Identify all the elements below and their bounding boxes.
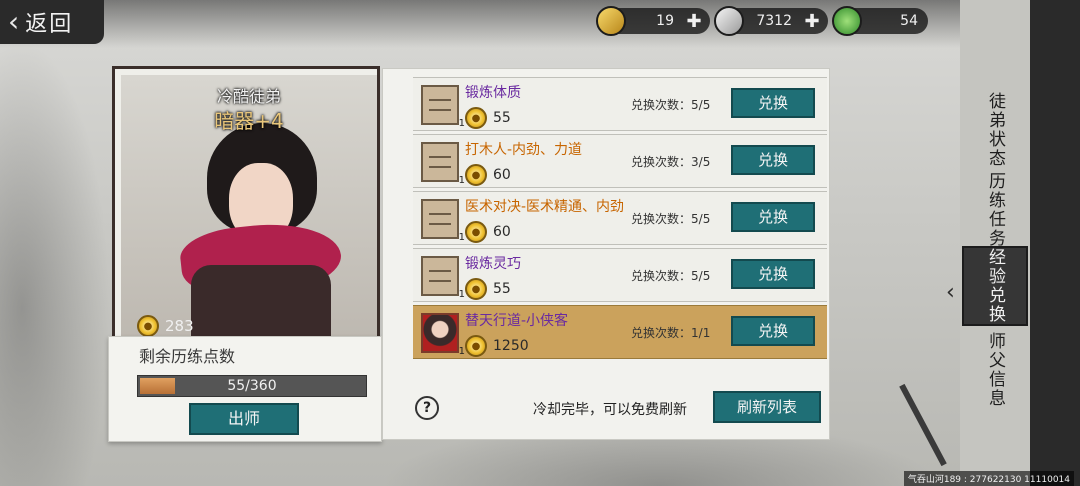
side-tab[interactable]: 徒弟状态	[962, 90, 1028, 170]
side-tab-label: 经验兑换	[985, 248, 1005, 324]
exchange-count-value: 5/5	[691, 98, 711, 112]
back-button[interactable]: ‹ 返回	[0, 0, 104, 44]
disciple-points-value: 283	[165, 317, 194, 335]
side-tab-label: 师父信息	[985, 332, 1005, 408]
exchange-button[interactable]: 兑换	[731, 259, 815, 289]
disciple-card: 冷酷徒弟 暗器+4 ● 283	[112, 66, 380, 346]
training-point-icon: ●	[465, 164, 487, 186]
side-tab[interactable]: 师父信息	[962, 330, 1028, 410]
exchange-item-name: 锻炼灵巧	[465, 256, 521, 272]
disciple-points: ● 283	[137, 315, 194, 337]
exchange-item-cost: ● 55	[465, 278, 511, 300]
player-id-footer: 气吞山河189 : 277622130 11110014	[903, 471, 1074, 486]
jade-value: 54	[900, 13, 918, 29]
exchange-count-label: 兑换次数：	[631, 269, 692, 283]
graduate-button[interactable]: 出师	[189, 403, 299, 435]
training-point-icon: ●	[137, 315, 159, 337]
exchange-item-name: 锻炼体质	[465, 85, 521, 101]
exchange-button[interactable]: 兑换	[731, 88, 815, 118]
progress-text: 55/360	[227, 378, 277, 394]
exchange-count: 兑换次数：5/5	[631, 96, 710, 113]
exchange-row: 1 锻炼体质 ● 55 兑换次数：5/5 兑换	[413, 77, 827, 131]
exchange-item-cost-value: 55	[493, 281, 511, 297]
exchange-button[interactable]: 兑换	[731, 145, 815, 175]
scroll-icon: 1	[421, 199, 465, 243]
training-point-icon: ●	[465, 221, 487, 243]
back-label: 返回	[25, 12, 74, 37]
training-point-icon: ●	[465, 335, 487, 357]
exchange-count-label: 兑换次数：	[631, 212, 692, 226]
exchange-item-cost-value: 60	[493, 167, 511, 183]
tab-column-frame	[1030, 0, 1080, 486]
refresh-note: 冷却完毕，可以免费刷新	[533, 402, 687, 418]
exchange-item-name: 医术对决-医术精通、内劲	[465, 199, 625, 215]
disciple-title: 冷酷徒弟	[216, 87, 281, 106]
jade-currency: 54	[832, 6, 928, 36]
exchange-count-label: 兑换次数：	[631, 326, 692, 340]
exchange-item-cost: ● 55	[465, 107, 511, 129]
exchange-count-value: 3/5	[691, 155, 711, 169]
exchange-item-cost: ● 1250	[465, 335, 529, 357]
exchange-count-label: 兑换次数：	[631, 98, 692, 112]
refresh-list-button[interactable]: 刷新列表	[713, 391, 821, 423]
exchange-row: 1 替天行道-小侠客 ● 1250 兑换次数：1/1 兑换	[413, 305, 827, 359]
exchange-list-panel: 1 锻炼体质 ● 55 兑换次数：5/5 兑换 1 打木人-内劲、力道 ● 60 兑换次数：3/5 兑…	[382, 68, 830, 440]
exchange-count-value: 1/1	[691, 326, 711, 340]
gold-value: 19	[656, 13, 674, 29]
exchange-count: 兑换次数：3/5	[631, 153, 710, 170]
exchange-item-cost-value: 55	[493, 110, 511, 126]
silver-value: 7312	[756, 13, 792, 29]
exchange-count: 兑换次数：1/1	[631, 324, 710, 341]
add-silver-icon[interactable]: ✚	[802, 11, 822, 32]
points-progress-bar: 55/360	[137, 375, 367, 397]
exchange-count: 兑换次数：5/5	[631, 267, 710, 284]
exchange-button[interactable]: 兑换	[731, 316, 815, 346]
active-tab-arrow-icon: ‹	[946, 280, 955, 305]
help-icon[interactable]: ?	[415, 396, 439, 420]
gold-currency: 19 ✚	[596, 6, 710, 36]
exchange-row: 1 打木人-内劲、力道 ● 60 兑换次数：3/5 兑换	[413, 134, 827, 188]
left-ink-decoration	[0, 40, 110, 486]
scroll-icon: 1	[421, 85, 465, 129]
side-tab[interactable]: 经验兑换	[962, 246, 1028, 326]
silver-ingot-icon	[714, 6, 744, 36]
training-point-icon: ●	[465, 278, 487, 300]
exchange-row: 1 锻炼灵巧 ● 55 兑换次数：5/5 兑换	[413, 248, 827, 302]
exchange-button[interactable]: 兑换	[731, 202, 815, 232]
remaining-points-panel: 剩余历练点数 55/360 出师	[108, 336, 382, 442]
portrait-body	[191, 265, 331, 343]
exchange-count-value: 5/5	[691, 269, 711, 283]
chevron-left-icon: ‹	[8, 5, 20, 38]
add-gold-icon[interactable]: ✚	[684, 11, 704, 32]
gold-ingot-icon	[596, 6, 626, 36]
exchange-item-name: 替天行道-小侠客	[465, 313, 569, 329]
scroll-icon: 1	[421, 256, 465, 300]
training-point-icon: ●	[465, 107, 487, 129]
scroll-icon: 1	[421, 142, 465, 186]
hero-icon: 1	[421, 313, 465, 357]
exchange-item-cost: ● 60	[465, 221, 511, 243]
disciple-portrait: 冷酷徒弟 暗器+4 ● 283	[121, 75, 377, 343]
exchange-count-value: 5/5	[691, 212, 711, 226]
exchange-row: 1 医术对决-医术精通、内劲 ● 60 兑换次数：5/5 兑换	[413, 191, 827, 245]
exchange-count: 兑换次数：5/5	[631, 210, 710, 227]
side-tab-label: 历练任务	[985, 172, 1005, 248]
exchange-item-cost-value: 60	[493, 224, 511, 240]
side-tab[interactable]: 历练任务	[962, 170, 1028, 250]
exchange-item-cost: ● 60	[465, 164, 511, 186]
exchange-item-name: 打木人-内劲、力道	[465, 142, 583, 158]
side-tab-label: 徒弟状态	[985, 92, 1005, 168]
disciple-skill: 暗器+4	[214, 109, 284, 133]
exchange-count-label: 兑换次数：	[631, 155, 692, 169]
jade-icon	[832, 6, 862, 36]
exchange-item-cost-value: 1250	[493, 338, 529, 354]
silver-currency: 7312 ✚	[714, 6, 828, 36]
remaining-points-label: 剩余历练点数	[139, 347, 236, 366]
